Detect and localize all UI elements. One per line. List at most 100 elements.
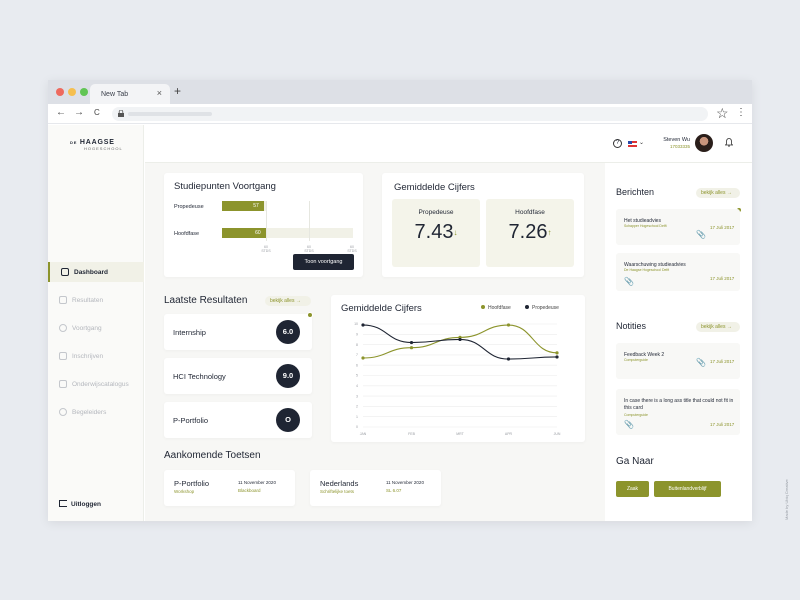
dashboard-icon bbox=[61, 268, 69, 276]
paperclip-icon: 📎 bbox=[624, 420, 634, 429]
data-point bbox=[506, 357, 511, 361]
result-card[interactable]: Internship 6.0 bbox=[164, 312, 313, 350]
toets-card[interactable]: Nederlands Schriftelijke toets 11 Novemb… bbox=[310, 470, 441, 506]
data-point bbox=[361, 323, 365, 327]
laatste-resultaten-title: Laatste Resultaten bbox=[164, 295, 248, 306]
users-icon bbox=[59, 408, 67, 416]
sidebar-item-begeleiders[interactable]: Begeleiders bbox=[48, 402, 144, 422]
browser-tab[interactable]: New Tab × bbox=[90, 84, 170, 104]
toon-voortgang-button[interactable]: Toon voortgang bbox=[293, 254, 354, 270]
browser-menu-icon[interactable]: ⋮ bbox=[736, 106, 746, 120]
y-tick-label: 2 bbox=[356, 405, 358, 409]
sidebar-item-label: Voortgang bbox=[72, 325, 102, 332]
x-tick-label: JAN bbox=[360, 432, 367, 436]
y-tick-label: 8 bbox=[356, 343, 358, 347]
notitie-date: 17 Juli 2017 bbox=[710, 422, 735, 427]
arrow-down-icon: ↓ bbox=[453, 228, 458, 238]
bericht-card[interactable]: Het studieadvies Schapper Hogeschool Del… bbox=[616, 209, 740, 245]
back-button[interactable]: ← bbox=[56, 107, 66, 119]
logout-button[interactable]: Uitloggen bbox=[59, 500, 101, 508]
sidebar-item-label: Begeleiders bbox=[72, 409, 107, 416]
new-tab-button[interactable]: + bbox=[174, 85, 181, 97]
forward-button[interactable]: → bbox=[74, 107, 84, 119]
result-card[interactable]: HCI Technology 9.0 bbox=[164, 358, 312, 394]
sidebar-item-dashboard[interactable]: Dashboard bbox=[48, 262, 144, 282]
grid-line bbox=[266, 201, 267, 241]
data-point bbox=[409, 346, 414, 350]
close-tab-icon[interactable]: × bbox=[157, 89, 162, 98]
sidebar-item-resultaten[interactable]: Resultaten bbox=[48, 290, 144, 310]
average-value: 7.26 bbox=[508, 221, 548, 243]
data-point bbox=[409, 340, 414, 345]
minimize-window-button[interactable] bbox=[68, 88, 76, 96]
toets-type: Schriftelijke toets bbox=[320, 489, 355, 494]
grid-line bbox=[309, 201, 310, 241]
url-input[interactable] bbox=[112, 107, 708, 121]
toets-name: P-Portfolio bbox=[174, 479, 210, 488]
y-tick-label: 5 bbox=[356, 374, 358, 378]
top-bar: ? ⌄ Steven Wu 17033335 bbox=[145, 125, 752, 163]
us-flag-icon[interactable] bbox=[628, 141, 637, 147]
bericht-date: 17 Juli 2017 bbox=[710, 225, 735, 230]
bell-icon[interactable] bbox=[724, 138, 734, 149]
x-tick-label: JUN bbox=[554, 432, 561, 436]
zaak-button[interactable]: Zaak bbox=[616, 481, 649, 497]
sidebar-item-voortgang[interactable]: Voortgang bbox=[48, 318, 144, 338]
url-placeholder bbox=[128, 112, 212, 116]
toets-name: Nederlands bbox=[320, 479, 359, 488]
right-panel: Berichten bekijk alles → Het studieadvie… bbox=[605, 163, 752, 521]
bericht-card[interactable]: Waarschuwing studieadvies De Haagse Hoge… bbox=[616, 253, 740, 291]
notitie-card[interactable]: In case there is a long ass title that c… bbox=[616, 389, 740, 435]
notitie-card[interactable]: Feedback Week 2 Computerguide 📎 17 Juli … bbox=[616, 343, 740, 379]
tab-title: New Tab bbox=[101, 91, 129, 98]
result-grade: O bbox=[276, 408, 300, 432]
y-tick-label: 10 bbox=[354, 322, 358, 326]
resultaten-bekijk-alles-link[interactable]: bekijk alles → bbox=[265, 296, 311, 306]
paperclip-icon: 📎 bbox=[696, 358, 706, 367]
berichten-title: Berichten bbox=[616, 187, 655, 197]
sidebar-item-inschrijven[interactable]: Inschrijven bbox=[48, 346, 144, 366]
reload-button[interactable]: C bbox=[94, 107, 100, 119]
notitie-date: 17 Juli 2017 bbox=[710, 359, 735, 364]
bookmark-star-icon[interactable]: ☆ bbox=[716, 105, 729, 121]
result-grade: 6.0 bbox=[276, 320, 300, 344]
buitenlandverblijf-button[interactable]: Buitenlandverblijf bbox=[654, 481, 721, 497]
watermark: Made by Ubiq Creative bbox=[784, 479, 789, 520]
toets-location: Blackboard bbox=[238, 488, 261, 493]
document-icon bbox=[59, 352, 67, 360]
result-card[interactable]: P-Portfolio O bbox=[164, 402, 312, 438]
result-name: P-Portfolio bbox=[173, 416, 209, 425]
gemiddelde-chart-card: Gemiddelde Cijfers Hoofdfase Propedeuse … bbox=[331, 295, 585, 442]
bar-tick: 60 STDS bbox=[347, 245, 357, 253]
main-content: Studiepunten Voortgang Propedeuse 57 Hoo… bbox=[145, 163, 605, 521]
average-label: Propedeuse bbox=[418, 209, 454, 216]
sidebar-item-label: Inschrijven bbox=[72, 353, 104, 360]
data-point bbox=[555, 351, 559, 355]
y-tick-label: 3 bbox=[356, 394, 358, 398]
x-tick-label: MRT bbox=[456, 432, 464, 436]
propedeuse-bar-track: 57 bbox=[222, 201, 266, 211]
toets-date: 11 November 2020 bbox=[386, 480, 424, 485]
berichten-bekijk-alles-link[interactable]: bekijk alles → bbox=[696, 188, 740, 198]
notitie-source: Computerguide bbox=[624, 413, 648, 417]
notities-bekijk-alles-link[interactable]: bekijk alles → bbox=[696, 322, 740, 332]
gemiddelde-cijfers-card: Gemiddelde Cijfers Propedeuse 7.43↓ Hoof… bbox=[382, 173, 584, 277]
maximize-window-button[interactable] bbox=[80, 88, 88, 96]
avatar[interactable] bbox=[695, 134, 713, 152]
y-tick-label: 9 bbox=[356, 333, 358, 337]
y-tick-label: 0 bbox=[356, 425, 358, 429]
close-window-button[interactable] bbox=[56, 88, 64, 96]
bar-label: Hoofdfase bbox=[174, 231, 200, 237]
bar-tick: 60 STDS bbox=[261, 245, 271, 253]
x-tick-label: FEB bbox=[408, 432, 415, 436]
chevron-down-icon[interactable]: ⌄ bbox=[639, 139, 644, 146]
hoofdfase-average-box: Hoofdfase 7.26↑ bbox=[486, 199, 574, 267]
data-point bbox=[458, 337, 462, 342]
toets-card[interactable]: P-Portfolio Workshop 11 November 2020 Bl… bbox=[164, 470, 295, 506]
pie-chart-icon bbox=[59, 324, 67, 332]
gemiddelde-title: Gemiddelde Cijfers bbox=[394, 182, 475, 193]
result-grade: 9.0 bbox=[276, 364, 300, 388]
sidebar-item-label: Resultaten bbox=[72, 297, 104, 304]
help-icon[interactable]: ? bbox=[613, 139, 622, 148]
sidebar-item-onderwijscatalogus[interactable]: Onderwijscatalogus bbox=[48, 374, 144, 394]
